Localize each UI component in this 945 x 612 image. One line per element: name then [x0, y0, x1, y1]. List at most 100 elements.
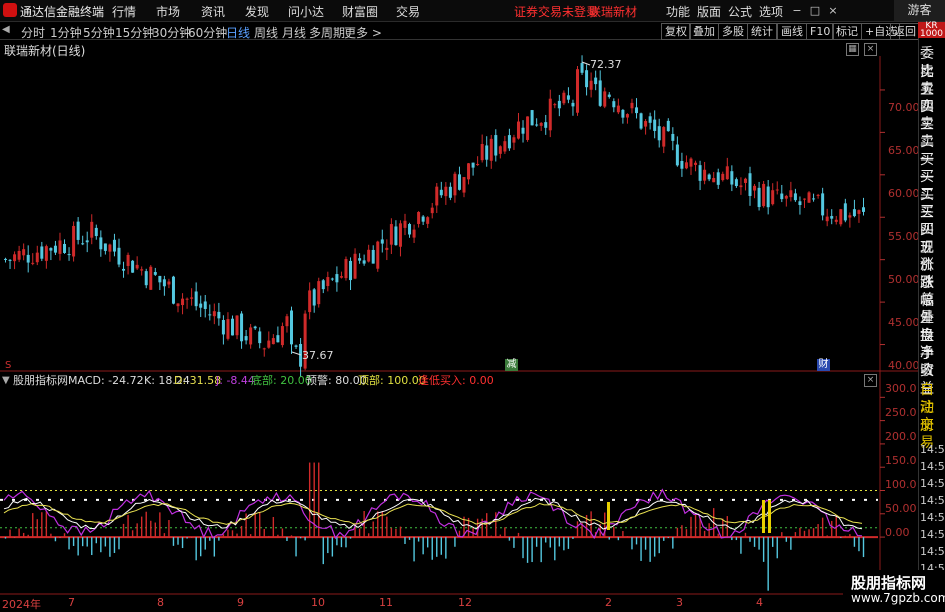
price-tick: 55.00 [888, 230, 920, 243]
candle-body [108, 244, 112, 252]
indicator-menu-icon[interactable]: ▼ [2, 373, 10, 388]
candle-body [684, 162, 688, 169]
candle-body [503, 141, 507, 152]
candle-body [694, 162, 698, 165]
candle-body [825, 216, 829, 222]
candle-body [644, 121, 648, 127]
candle-body [653, 119, 657, 131]
candle-body [589, 80, 593, 90]
marker-reduce[interactable]: 减 [505, 359, 518, 371]
candle-body [126, 254, 130, 266]
candle-body [8, 259, 12, 261]
candle-body [562, 92, 566, 104]
candle-body [816, 194, 820, 196]
candle-body [852, 209, 856, 217]
candle-body [462, 177, 466, 193]
date-label: 3 [676, 596, 683, 609]
candle-body [703, 169, 707, 181]
macd-tick: 150.0 [885, 454, 917, 467]
candle-body [753, 185, 757, 191]
candle-body [335, 274, 339, 283]
low-label: 37.67 [302, 349, 334, 362]
candle-body [85, 240, 89, 243]
candle-body [807, 192, 811, 203]
date-label: 9 [237, 596, 244, 609]
candle-body [81, 243, 85, 245]
candle-body [635, 107, 639, 114]
candle-body [22, 249, 26, 256]
candle-body [480, 143, 484, 161]
candle-body [793, 193, 797, 201]
candle-body [657, 126, 661, 141]
candle-body [185, 298, 189, 300]
candle-body [67, 254, 71, 256]
candle-body [426, 217, 430, 224]
candle-body [535, 124, 539, 126]
candle-body [557, 100, 561, 109]
candle-body [716, 172, 720, 185]
candle-body [467, 163, 471, 180]
candle-body [576, 69, 579, 113]
candle-body [730, 171, 734, 185]
price-tick: 60.00 [888, 187, 920, 200]
indicator-j: J: -8.44 [216, 374, 255, 387]
candle-body [63, 243, 67, 253]
candle-body [648, 116, 652, 123]
candle-body [398, 223, 402, 247]
indicator-close-icon[interactable]: × [864, 374, 877, 387]
kline-chart[interactable] [0, 0, 945, 609]
candle-body [721, 173, 725, 181]
candle-body [612, 101, 616, 108]
candle-body [439, 189, 443, 196]
candle-body [526, 116, 530, 140]
candle-body [326, 277, 330, 287]
buy-signal-bar [768, 500, 771, 533]
candle-body [244, 336, 248, 341]
date-label: 8 [157, 596, 164, 609]
date-label: 4 [756, 596, 763, 609]
candle-body [308, 290, 312, 313]
high-label: 72.37 [590, 58, 622, 71]
candle-body [408, 224, 412, 235]
candle-body [385, 247, 389, 250]
candle-body [76, 221, 80, 240]
candle-body [262, 348, 266, 350]
candle-body [594, 77, 598, 85]
candle-body [17, 250, 21, 260]
candle-body [812, 198, 816, 200]
candle-body [103, 243, 107, 251]
macd-tick: 50.00 [885, 502, 917, 515]
price-tick: 40.00 [888, 359, 920, 372]
candle-body [862, 207, 865, 212]
candle-body [698, 165, 702, 181]
candle-body [830, 216, 834, 219]
candle-body [90, 221, 94, 238]
candle-body [580, 63, 584, 73]
candle-body [144, 271, 148, 286]
candle-body [339, 276, 343, 278]
candle-body [689, 158, 693, 167]
candle-body [58, 240, 62, 254]
side-time: 14:56 [920, 511, 945, 524]
candle-body [376, 241, 380, 269]
date-label: 7 [68, 596, 75, 609]
candle-body [639, 113, 643, 129]
candle-body [290, 310, 293, 345]
candle-body [834, 219, 838, 222]
candle-body [403, 220, 407, 228]
candle-body [135, 264, 139, 269]
candle-body [253, 326, 257, 329]
candle-body [389, 224, 393, 245]
indicator-name[interactable]: 股朋指标网 [13, 373, 68, 388]
candle-body [153, 272, 157, 275]
candle-body [344, 259, 348, 279]
candle-body [802, 198, 806, 200]
candle-body [625, 114, 629, 118]
candle-body [843, 203, 847, 221]
candle-body [112, 239, 116, 252]
candle-body [494, 135, 498, 156]
candle-body [72, 225, 76, 257]
candle-body [784, 195, 788, 199]
candle-body [13, 254, 17, 262]
marker-finance[interactable]: 财 [817, 359, 830, 371]
